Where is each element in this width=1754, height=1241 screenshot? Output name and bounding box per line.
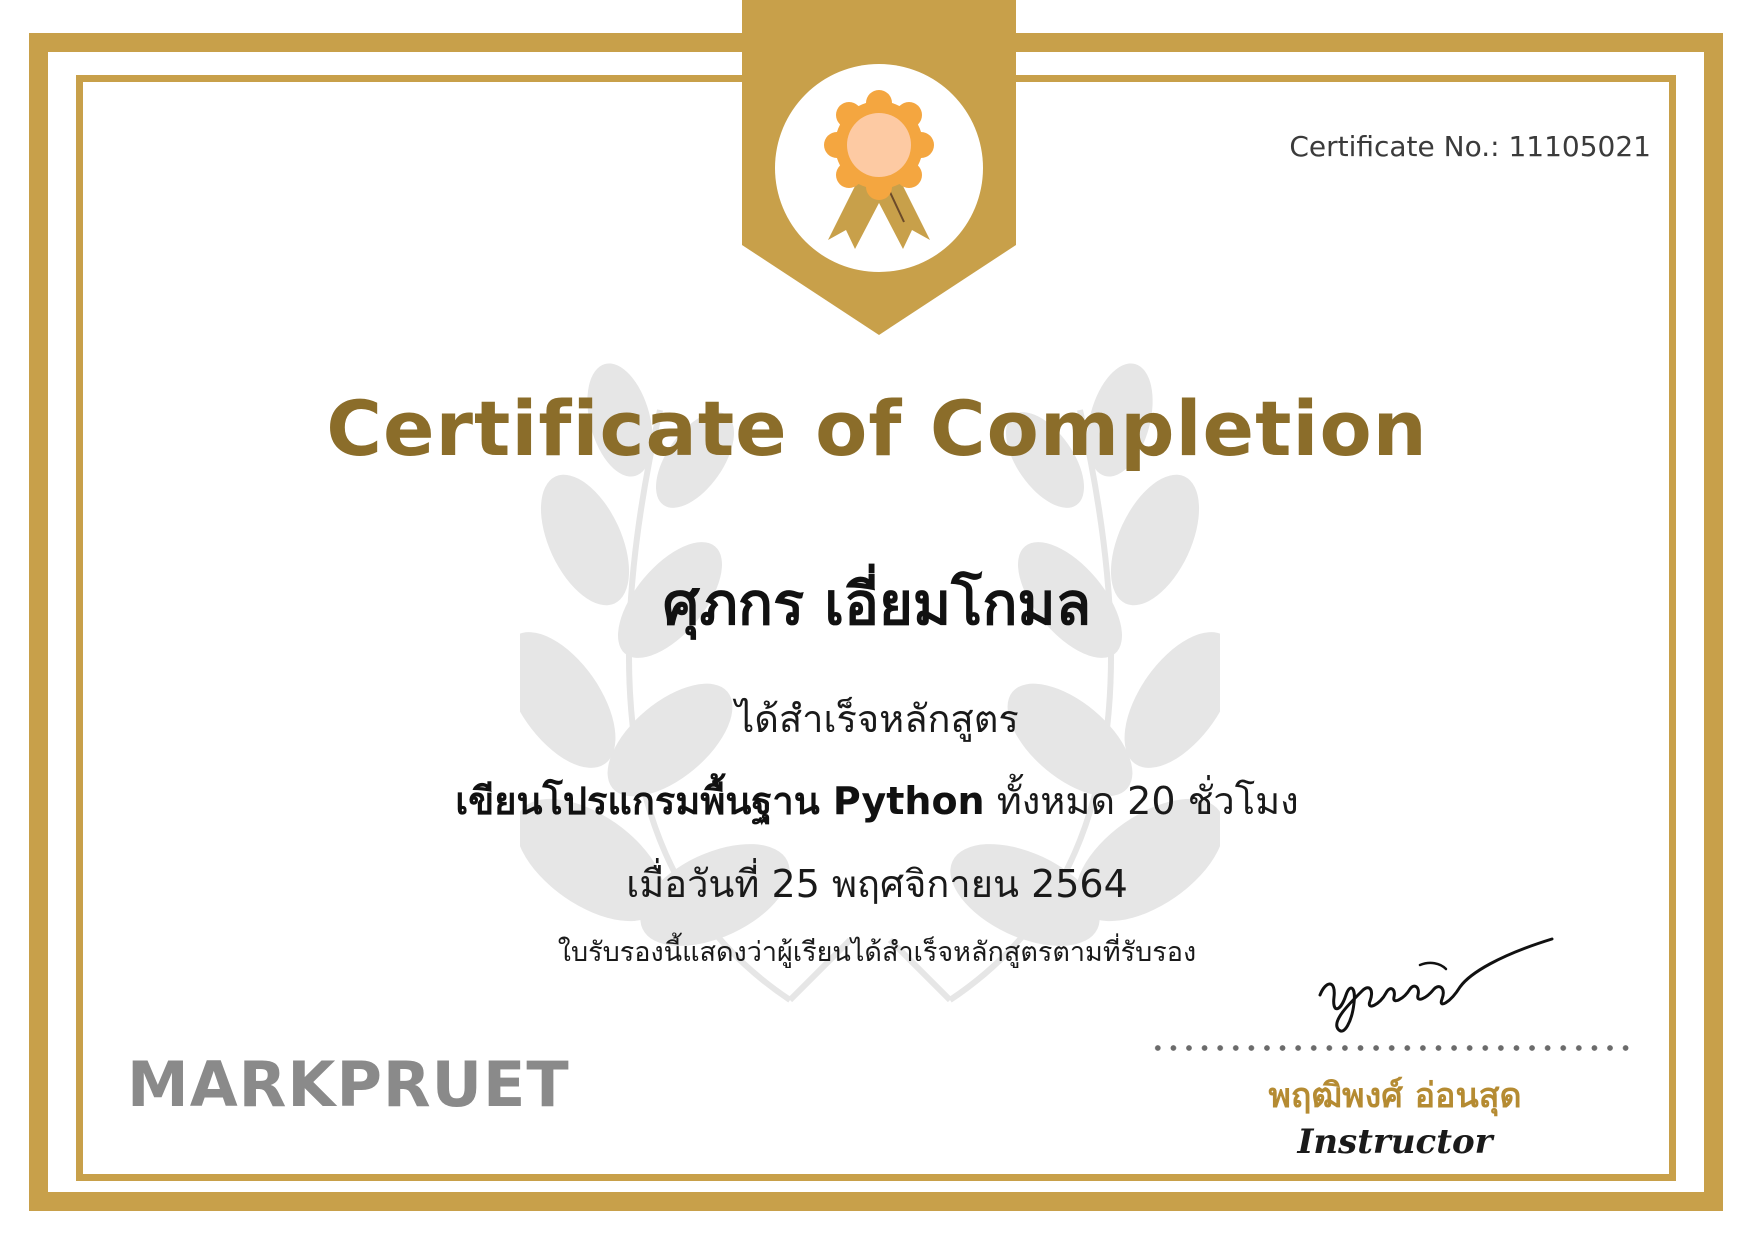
- brand-logo: MARKPRUET: [127, 1048, 570, 1121]
- certificate-title: Certificate of Completion: [326, 384, 1428, 473]
- certificate-number: Certificate No.: 11105021: [1289, 130, 1651, 163]
- award-rosette-icon: [742, 0, 1016, 335]
- course-duration: ทั้งหมด 20 ชั่วโมง: [984, 779, 1299, 823]
- signature-line: [1150, 1044, 1630, 1052]
- completion-date: เมื่อวันที่ 25 พฤศจิกายน 2564: [626, 862, 1128, 906]
- recipient-name: ศุภกร เอี่ยมโกมล: [662, 570, 1092, 638]
- course-line: เขียนโปรแกรมพื้นฐาน Python ทั้งหมด 20 ชั…: [0, 770, 1754, 831]
- course-name: เขียนโปรแกรมพื้นฐาน Python: [455, 779, 985, 823]
- instructor-signature: [1318, 937, 1554, 1033]
- completion-line: ได้สำเร็จหลักสูตร: [735, 697, 1019, 741]
- instructor-name: พฤฒิพงศ์ อ่อนสุด: [1268, 1076, 1522, 1116]
- instructor-role: Instructor: [1297, 1122, 1493, 1162]
